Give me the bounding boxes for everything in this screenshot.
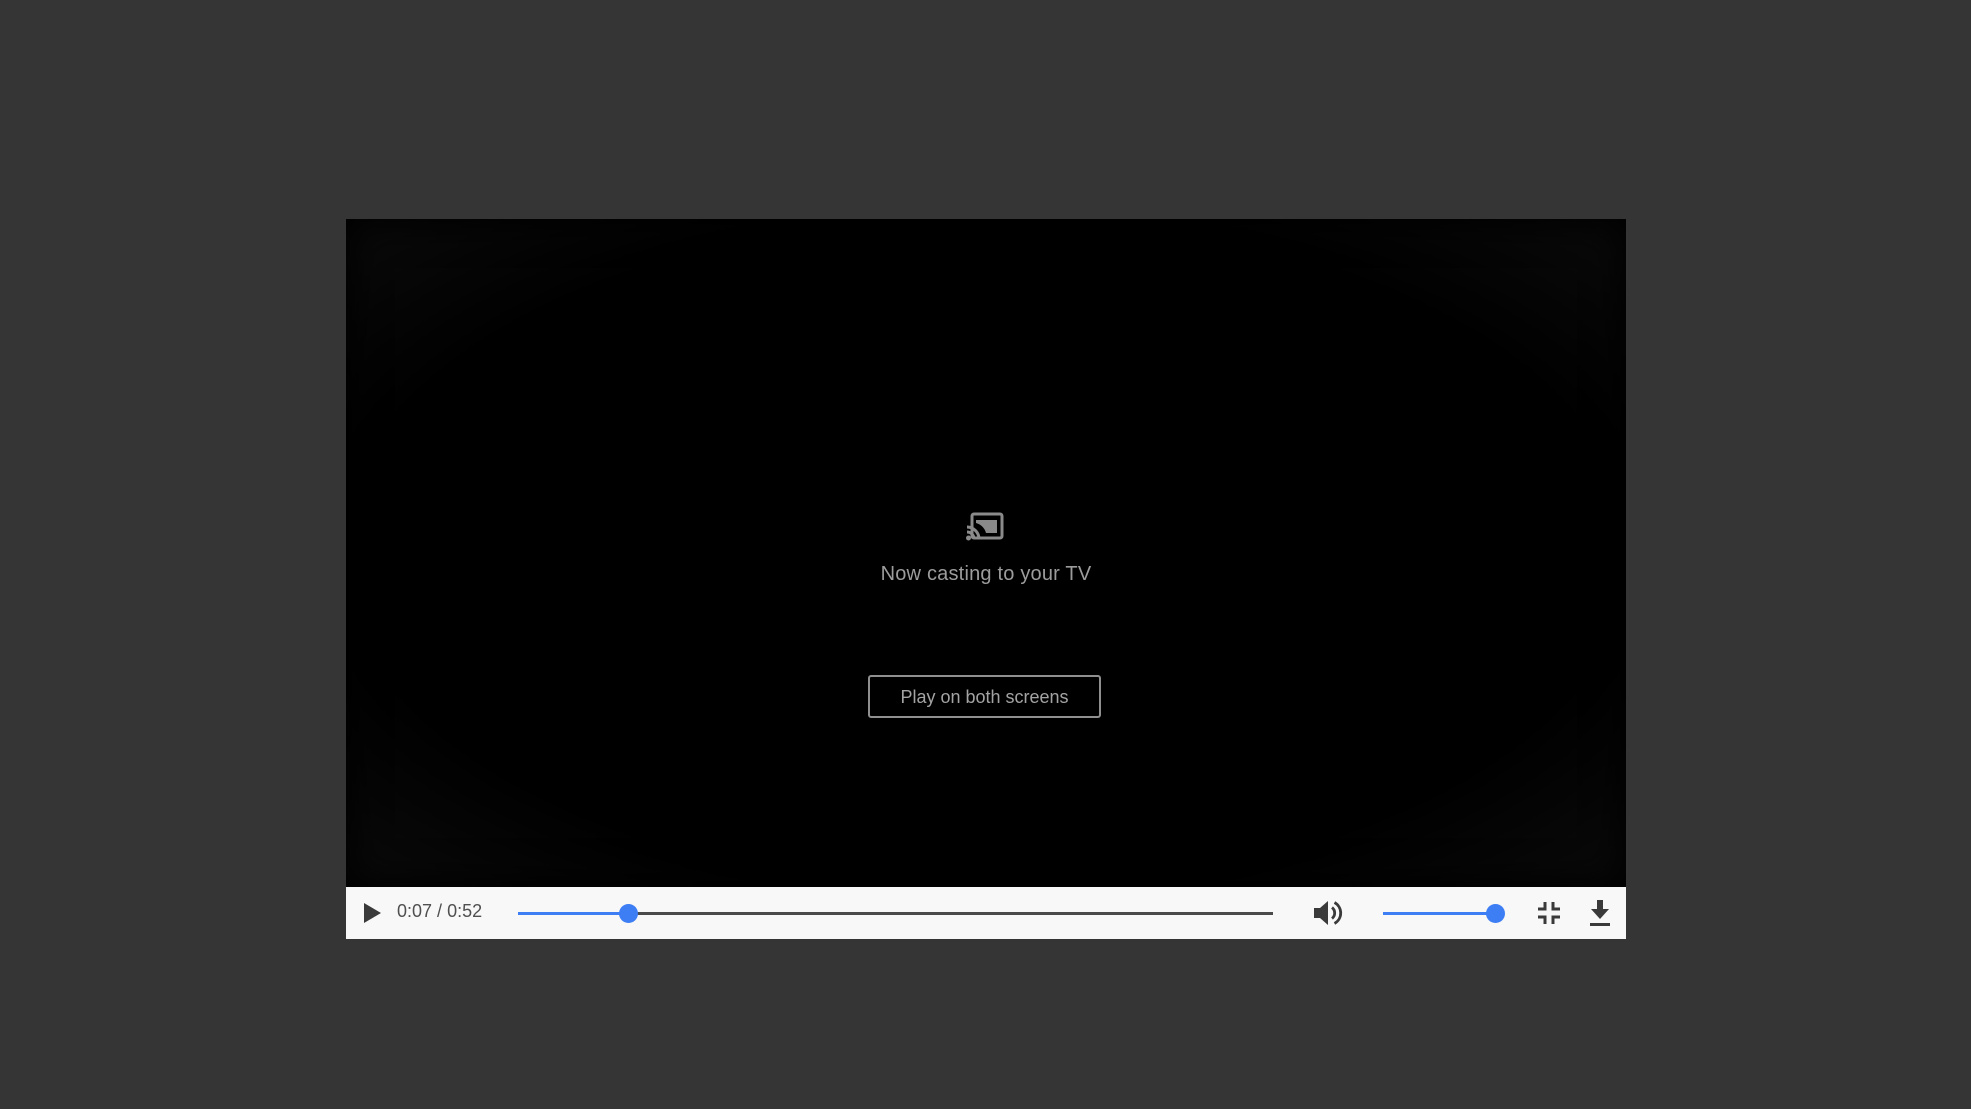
time-display: 0:07/0:52 — [397, 901, 482, 922]
download-icon[interactable] — [1588, 899, 1612, 927]
play-on-both-screens-button[interactable]: Play on both screens — [868, 675, 1101, 718]
duration: 0:52 — [447, 901, 483, 921]
seek-thumb[interactable] — [619, 904, 639, 923]
play-icon[interactable] — [360, 900, 384, 926]
volume-up-icon[interactable] — [1312, 899, 1344, 927]
video-area[interactable]: Now casting to your TV Play on both scre… — [346, 219, 1626, 887]
seek-slider[interactable] — [518, 904, 1273, 923]
video-player: Now casting to your TV Play on both scre… — [346, 219, 1626, 939]
volume-slider[interactable] — [1383, 904, 1505, 923]
current-time: 0:07 — [397, 901, 433, 921]
volume-thumb[interactable] — [1486, 904, 1505, 923]
cast-connected-icon — [966, 512, 1004, 541]
volume-level-fill — [1383, 912, 1495, 915]
time-separator: / — [437, 901, 443, 921]
cast-status-message: Now casting to your TV — [880, 563, 1092, 585]
seek-progress-fill — [518, 912, 629, 915]
fullscreen-exit-icon[interactable] — [1537, 901, 1561, 925]
media-controls-bar: 0:07/0:52 — [346, 887, 1626, 939]
